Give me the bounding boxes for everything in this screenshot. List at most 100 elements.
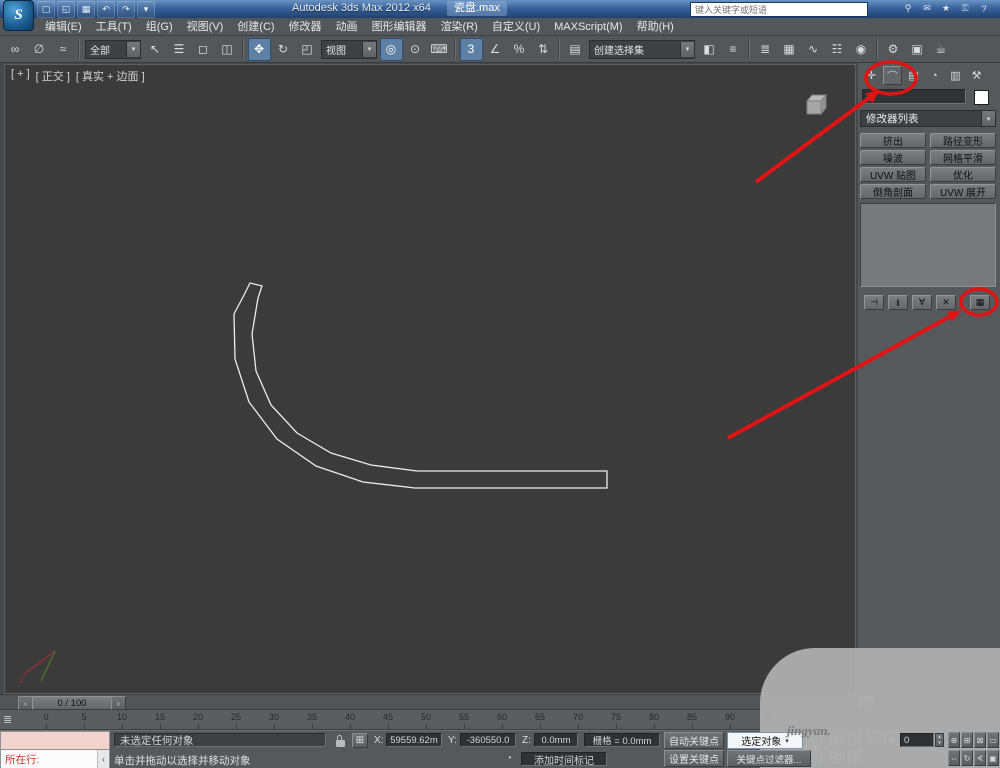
frame-spinner[interactable]: ▴ ▾ [935,733,944,747]
menu-item-6[interactable]: 动画 [329,18,365,36]
zoom-region-icon[interactable]: ▭ [987,732,999,748]
spinner-down-icon[interactable]: ▾ [938,740,941,746]
rendered-frame-icon[interactable]: ▣ [906,38,929,61]
add-time-tag[interactable]: 添加时间标记 [521,752,607,767]
zoom-icon[interactable]: ⊕ [948,732,960,748]
spinner-snap-icon[interactable]: ⇅ [532,38,555,61]
viewport-pov-menu[interactable]: [ 正交 ] [36,68,70,84]
object-color-swatch[interactable] [974,90,989,105]
window-crossing-icon[interactable]: ◫ [216,38,239,61]
bind-to-space-warp-icon[interactable]: ≈ [52,38,75,61]
edit-named-selection-sets-icon[interactable]: ▤ [564,38,587,61]
select-and-link-icon[interactable]: ∞ [4,38,27,61]
plate-profile-spline[interactable] [233,282,608,489]
select-by-name-icon[interactable]: ☰ [168,38,191,61]
select-object-icon[interactable]: ↖ [144,38,167,61]
communication-center-icon[interactable]: ✉ [919,1,935,16]
orbit-icon[interactable]: ↻ [961,750,973,766]
menu-item-4[interactable]: 创建(C) [230,18,281,36]
curve-editor-icon[interactable]: ∿ [802,38,825,61]
menu-item-7[interactable]: 图形编辑器 [365,18,434,36]
maximize-viewport-toggle-icon[interactable]: ▣ [987,750,999,766]
search-icon[interactable]: ⚲ [900,1,916,16]
search-input[interactable] [690,2,868,17]
z-coordinate-field[interactable]: 0.0mm [534,733,578,747]
display-tab-icon[interactable]: ▥ [946,66,965,85]
chevron-down-icon[interactable]: ▾ [981,111,995,126]
schematic-view-icon[interactable]: ☷ [826,38,849,61]
y-coordinate-field[interactable]: -360550.0 [460,733,516,747]
pin-stack-button[interactable]: ⊣ [864,295,884,310]
menu-item-10[interactable]: MAXScript(M) [547,18,629,36]
open-file-icon[interactable]: ◱ [57,1,75,18]
render-production-icon[interactable]: ☕ [930,38,953,61]
make-unique-button[interactable]: ∀ [912,295,932,310]
zoom-extents-icon[interactable]: ⊠ [974,732,986,748]
object-name-field[interactable] [862,89,966,104]
workspace-dropdown-icon[interactable]: ▾ [137,1,155,18]
modifier-preset-button[interactable]: UVW 展开 [930,184,996,199]
selection-lock-icon[interactable] [336,735,345,747]
time-slider-handle[interactable]: 0 / 100 [32,696,112,710]
layer-manager-icon[interactable]: ≣ [754,38,777,61]
modifier-preset-button[interactable]: 挤出 [860,133,926,148]
select-and-manipulate-icon[interactable]: ⊙ [404,38,427,61]
modifier-preset-button[interactable]: 倒角剖面 [860,184,926,199]
viewport-general-menu[interactable]: [ + ] [11,68,30,84]
modifier-preset-button[interactable]: UVW 贴图 [860,167,926,182]
maxscript-listener-row[interactable]: 所在行: ‹ [0,750,110,768]
motion-tab-icon[interactable]: ◔ [925,66,944,85]
app-logo-icon[interactable]: S [3,0,34,31]
reference-coordinate-dropdown[interactable]: 视图 ▾ [321,39,377,59]
menu-item-3[interactable]: 视图(V) [180,18,231,36]
mirror-icon[interactable]: ◧ [698,38,721,61]
keyboard-shortcut-override-icon[interactable]: ⌨ [428,38,451,61]
modifier-list-dropdown[interactable]: 修改器列表 ▾ [860,110,996,127]
percent-snap-icon[interactable]: % [508,38,531,61]
configure-modifier-sets-button[interactable]: ▦ [970,295,990,310]
menu-item-0[interactable]: 编辑(E) [38,18,89,36]
use-pivot-center-icon[interactable]: ◎ [379,37,403,61]
select-and-rotate-icon[interactable]: ↻ [272,38,295,61]
modify-tab-icon[interactable]: ⌒ [883,66,902,85]
time-slider[interactable]: ‹ 0 / 100 › › [0,694,876,710]
show-end-result-button[interactable]: ‖ [888,295,908,310]
undo-icon[interactable]: ↶ [97,1,115,18]
track-bar[interactable]: ≣ 05101520253035404550556065707580859095… [0,710,876,730]
new-file-icon[interactable]: ▢ [37,1,55,18]
render-setup-icon[interactable]: ⚙ [882,38,905,61]
chevron-down-icon[interactable]: ▾ [126,41,140,57]
zoom-all-icon[interactable]: ⊞ [961,732,973,748]
select-and-move-icon[interactable]: ✥ [247,37,271,61]
time-slider-next-button[interactable]: › [111,696,126,710]
key-filters-button[interactable]: 关键点过滤器... [727,750,811,767]
unlink-selection-icon[interactable]: ∅ [28,38,51,61]
graphite-ribbon-icon[interactable]: ▦ [778,38,801,61]
selection-region-icon[interactable]: ◻ [192,38,215,61]
menu-item-2[interactable]: 组(G) [139,18,180,36]
x-coordinate-field[interactable]: 59559.62m [386,733,442,747]
trackbar-filter-icon[interactable]: ≣ [3,713,12,726]
remove-modifier-button[interactable]: ✕ [936,295,956,310]
current-frame-field[interactable]: 0 [900,733,934,747]
viewcube-home-icon[interactable] [799,91,833,121]
modifier-preset-button[interactable]: 路径变形 [930,133,996,148]
selection-filter-dropdown[interactable]: 全部 ▾ [85,39,141,59]
pan-icon[interactable]: ⇔ [948,750,960,766]
menu-item-8[interactable]: 渲染(R) [434,18,485,36]
hierarchy-tab-icon[interactable]: ▤ [904,66,923,85]
chevron-down-icon[interactable]: ▾ [680,41,694,57]
menu-item-1[interactable]: 工具(T) [89,18,139,36]
utilities-tab-icon[interactable]: ⚒ [967,66,986,85]
absolute-mode-icon[interactable]: ⊞ [352,733,368,748]
modifier-preset-button[interactable]: 网格平滑 [930,150,996,165]
set-key-button[interactable]: 设置关键点 [664,750,724,767]
field-of-view-icon[interactable]: ∢ [974,750,986,766]
maxscript-mini-listener[interactable] [0,731,110,750]
menu-item-5[interactable]: 修改器 [282,18,329,36]
auto-key-button[interactable]: 自动关键点 [664,732,724,749]
viewport-shading-menu[interactable]: [ 真实 + 边面 ] [76,68,145,84]
select-and-scale-icon[interactable]: ◰ [296,38,319,61]
modifier-preset-button[interactable]: 噪波 [860,150,926,165]
modifier-preset-button[interactable]: 优化 [930,167,996,182]
